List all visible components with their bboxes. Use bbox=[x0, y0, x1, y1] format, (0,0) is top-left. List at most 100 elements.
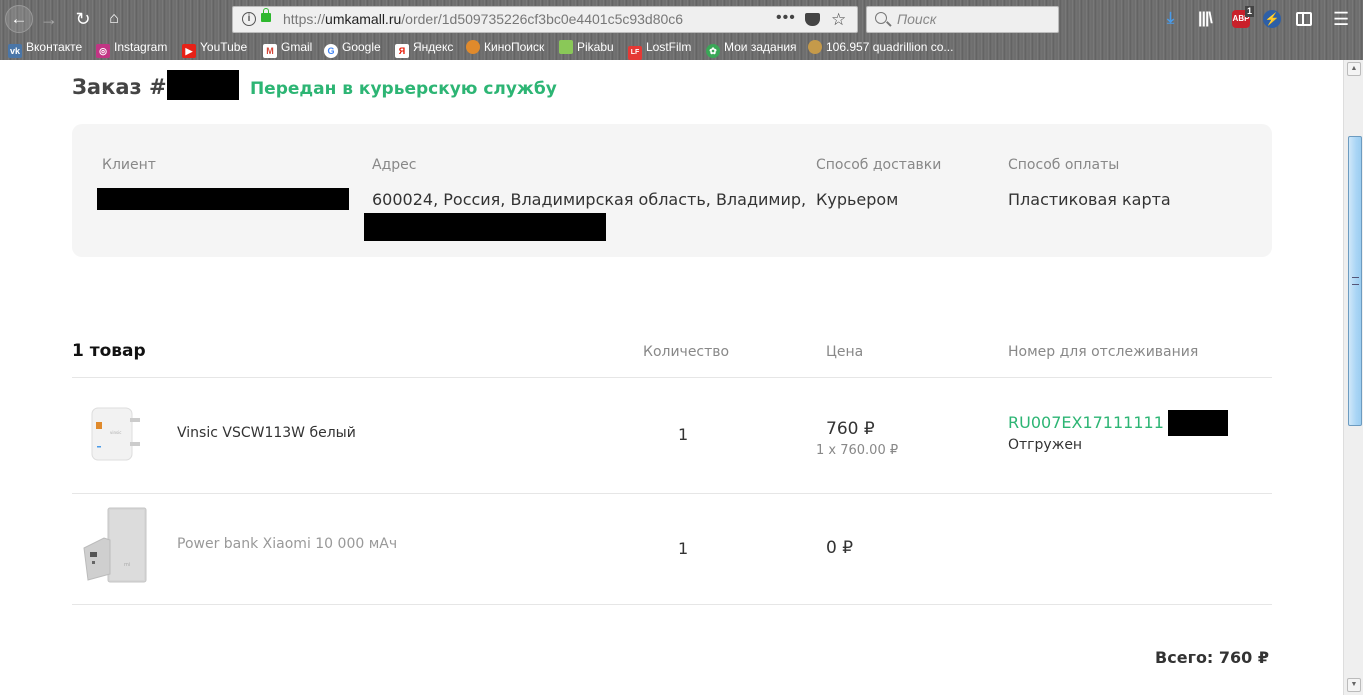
payment-value: Пластиковая карта bbox=[1008, 190, 1171, 209]
google-icon: G bbox=[324, 44, 338, 58]
bookmark-lostfilm[interactable]: LF LostFilm bbox=[628, 37, 691, 60]
bookmark-label: Вконтакте bbox=[26, 40, 83, 54]
bookmark-youtube[interactable]: ▶ YouTube bbox=[182, 37, 247, 58]
shipment-status: Отгружен bbox=[1008, 437, 1083, 453]
adblock-badge: 1 bbox=[1245, 6, 1255, 17]
item-price: 0 ₽ bbox=[826, 538, 854, 558]
hamburger-menu-icon[interactable]: ☰ bbox=[1333, 8, 1349, 30]
search-icon bbox=[875, 12, 887, 24]
bolt-extension-icon[interactable]: ⚡ bbox=[1263, 10, 1281, 28]
bookmark-label: Google bbox=[342, 40, 381, 54]
tasks-icon: ✿ bbox=[706, 44, 720, 58]
bookmark-label: LostFilm bbox=[646, 40, 692, 54]
arrow-left-icon: ← bbox=[10, 9, 28, 28]
redacted-tracking-suffix bbox=[1168, 410, 1228, 436]
payment-label: Способ оплаты bbox=[1008, 157, 1120, 173]
vk-icon: vk bbox=[8, 44, 22, 58]
redacted-address-line bbox=[364, 213, 606, 241]
bookmarks-bar: vk Вконтакте ◎ Instagram ▶ YouTube M Gmail G… bbox=[0, 37, 1363, 60]
address-label: Адрес bbox=[372, 157, 417, 173]
pikabu-icon bbox=[559, 40, 573, 54]
bookmark-instagram[interactable]: ◎ Instagram bbox=[96, 37, 167, 58]
bookmark-kinopoisk[interactable]: КиноПоиск bbox=[466, 37, 544, 57]
bookmark-label: Мои задания bbox=[724, 40, 797, 54]
search-placeholder: Поиск bbox=[897, 11, 937, 27]
scroll-up-button[interactable]: ▲ bbox=[1347, 62, 1361, 76]
url-domain: umkamall.ru bbox=[325, 11, 402, 27]
bookmark-label: Яндекс bbox=[413, 40, 454, 54]
order-status: Передан в курьерскую службу bbox=[249, 79, 557, 99]
search-input[interactable]: Поиск bbox=[866, 6, 1059, 33]
client-label: Клиент bbox=[102, 157, 156, 173]
bookmark-gmail[interactable]: M Gmail bbox=[263, 37, 312, 58]
order-info-card: Клиент Адрес 600024, Россия, Владимирска… bbox=[72, 124, 1272, 257]
order-page: Заказ # Передан в курьерскую службу Клие… bbox=[0, 60, 1343, 695]
delivery-label: Способ доставки bbox=[816, 157, 942, 173]
powerbank-product-image[interactable]: mi bbox=[80, 504, 152, 584]
info-icon[interactable]: i bbox=[242, 12, 256, 26]
quantity-column-header: Количество bbox=[643, 344, 730, 360]
item-unit-price: 1 x 760.00 ₽ bbox=[816, 443, 899, 458]
bookmark-label: Instagram bbox=[114, 40, 168, 54]
bookmark-vkontakte[interactable]: vk Вконтакте bbox=[8, 37, 82, 58]
redacted-order-number bbox=[166, 70, 239, 100]
forward-button[interactable]: → bbox=[38, 4, 60, 34]
reload-button[interactable]: ↻ bbox=[72, 4, 94, 34]
item-price: 760 ₽ bbox=[826, 419, 875, 439]
navigation-row: ← → ↻ ⌂ i https://umkamall.ru/order/1d50… bbox=[0, 4, 1363, 34]
tracking-number-link[interactable]: RU007EX17111111 bbox=[1008, 413, 1164, 432]
bookmark-pikabu[interactable]: Pikabu bbox=[559, 37, 614, 57]
item-quantity: 1 bbox=[678, 539, 689, 558]
product-name-link[interactable]: Power bank Xiaomi 10 000 мАч bbox=[177, 536, 397, 552]
sidebar-icon[interactable] bbox=[1296, 12, 1312, 26]
tracking-column-header: Номер для отслеживания bbox=[1008, 344, 1199, 360]
arrow-right-icon: → bbox=[40, 9, 58, 29]
more-actions-icon[interactable]: ••• bbox=[776, 5, 796, 30]
bookmark-tasks[interactable]: ✿ Мои задания bbox=[706, 37, 797, 58]
product-name-link[interactable]: Vinsic VSCW113W белый bbox=[177, 425, 356, 441]
delivery-value: Курьером bbox=[816, 190, 899, 209]
bookmark-yandex[interactable]: Я Яндекс bbox=[395, 37, 453, 58]
order-item-row: vinsic Vinsic VSCW113W белый 1 760 ₽ 1 x… bbox=[72, 378, 1272, 493]
svg-text:vinsic: vinsic bbox=[110, 430, 121, 435]
address-value: 600024, Россия, Владимирская область, Вл… bbox=[372, 190, 807, 209]
url-prefix: https:// bbox=[283, 11, 326, 27]
order-total: Всего: 760 ₽ bbox=[1155, 648, 1269, 667]
charger-product-image[interactable]: vinsic bbox=[80, 394, 152, 474]
home-button[interactable]: ⌂ bbox=[103, 4, 125, 34]
bookmark-label: Pikabu bbox=[577, 40, 614, 54]
home-icon: ⌂ bbox=[109, 10, 119, 27]
bookmark-star-icon[interactable]: ☆ bbox=[831, 7, 846, 32]
youtube-icon: ▶ bbox=[182, 44, 196, 58]
back-button[interactable]: ← bbox=[5, 5, 33, 33]
bookmark-google[interactable]: G Google bbox=[324, 37, 381, 58]
bookmark-cookie-clicker[interactable]: 106.957 quadrillion co... bbox=[808, 37, 953, 57]
scrollbar-thumb[interactable] bbox=[1348, 136, 1362, 426]
gmail-icon: M bbox=[263, 44, 277, 58]
order-title: Заказ # bbox=[72, 75, 167, 99]
order-heading: Заказ # Передан в курьерскую службу bbox=[72, 70, 557, 100]
svg-text:mi: mi bbox=[124, 562, 130, 568]
library-icon[interactable]: |||\ bbox=[1198, 8, 1213, 30]
bookmark-label: Gmail bbox=[281, 40, 313, 54]
browser-toolbar: ← → ↻ ⌂ i https://umkamall.ru/order/1d50… bbox=[0, 0, 1363, 60]
table-divider bbox=[72, 604, 1272, 605]
reload-icon: ↻ bbox=[75, 9, 91, 29]
page-scrollbar[interactable]: ▲ ▼ bbox=[1343, 60, 1363, 695]
bookmark-label: YouTube bbox=[200, 40, 248, 54]
yandex-icon: Я bbox=[395, 44, 409, 58]
price-column-header: Цена bbox=[826, 344, 864, 360]
pocket-icon[interactable] bbox=[805, 13, 820, 26]
items-count-title: 1 товар bbox=[72, 341, 146, 361]
lostfilm-icon: LF bbox=[628, 46, 642, 60]
scroll-down-button[interactable]: ▼ bbox=[1347, 678, 1361, 692]
address-bar[interactable]: i https://umkamall.ru/order/1d509735226c… bbox=[232, 6, 858, 33]
bookmark-label: 106.957 quadrillion co... bbox=[826, 40, 954, 54]
download-icon[interactable]: ⤓ bbox=[1167, 8, 1174, 30]
redacted-client-name bbox=[97, 188, 349, 210]
cookie-icon bbox=[808, 40, 822, 54]
url-path: /order/1d509735226cf3bc0e4401c5c93d80c6 bbox=[401, 11, 684, 27]
bookmark-label: КиноПоиск bbox=[484, 40, 545, 54]
kinopoisk-icon bbox=[466, 40, 480, 54]
url-text[interactable]: https://umkamall.ru/order/1d509735226cf3… bbox=[283, 7, 683, 32]
